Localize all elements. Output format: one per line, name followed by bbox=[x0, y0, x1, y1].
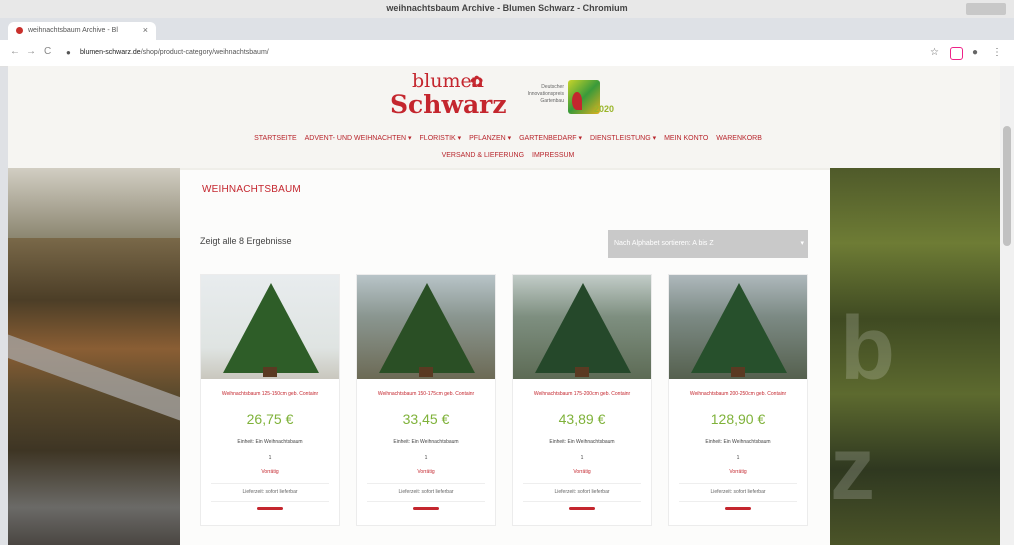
main-content: WEIHNACHTSBAUM Zeigt alle 8 Ergebnisse N… bbox=[180, 170, 830, 545]
nav-item-dienstleistung[interactable]: DIENSTLEISTUNG ▾ bbox=[590, 135, 656, 142]
url-path: /shop/product-category/weihnachtsbaum/ bbox=[140, 49, 269, 56]
tab-label: weihnachtsbaum Archive - Bl bbox=[28, 27, 118, 34]
tab-close-icon[interactable]: × bbox=[143, 25, 148, 35]
product-delivery: Lieferzeit: sofort lieferbar bbox=[554, 489, 610, 495]
add-to-cart-button[interactable] bbox=[569, 507, 595, 510]
product-quantity: 1 bbox=[424, 455, 428, 461]
site-logo[interactable]: blumen Schwarz ✿ bbox=[388, 70, 507, 122]
product-stock: Vorrätig bbox=[573, 469, 591, 475]
product-delivery: Lieferzeit: sofort lieferbar bbox=[398, 489, 454, 495]
url-host: blumen-schwarz.de bbox=[80, 49, 141, 56]
product-unit: Einheit: Ein Weihnachtsbaum bbox=[705, 439, 771, 445]
product-price: 33,45 € bbox=[402, 411, 450, 427]
window-title: weihnachtsbaum Archive - Blumen Schwarz … bbox=[386, 3, 628, 13]
product-image[interactable] bbox=[201, 275, 339, 379]
add-to-cart-button[interactable] bbox=[257, 507, 283, 510]
product-stock: Vorrätig bbox=[417, 469, 435, 475]
profile-icon[interactable]: ● bbox=[972, 47, 978, 58]
chevron-down-icon: ▾ bbox=[800, 240, 804, 247]
extension-icon[interactable] bbox=[950, 47, 963, 60]
product-name[interactable]: Weihnachtsbaum 125-150cm geb. Containr bbox=[201, 391, 339, 397]
add-to-cart-button[interactable] bbox=[413, 507, 439, 510]
site-header: blumen Schwarz ✿ Deutscher Innovationspr… bbox=[8, 66, 1000, 168]
product-stock: Vorrätig bbox=[261, 469, 279, 475]
page-title: WEIHNACHTSBAUM bbox=[202, 184, 301, 195]
product-card[interactable]: Weihnachtsbaum 175-200cm geb. Containr 4… bbox=[512, 274, 652, 526]
product-price: 128,90 € bbox=[710, 411, 766, 427]
results-count: Zeigt alle 8 Ergebnisse bbox=[200, 236, 292, 246]
lock-icon: ● bbox=[66, 48, 71, 57]
main-navigation: STARTSEITE ADVENT- UND WEIHNACHTEN ▾ FLO… bbox=[178, 130, 838, 164]
nav-item-mein-konto[interactable]: MEIN KONTO bbox=[664, 135, 708, 142]
product-price: 26,75 € bbox=[246, 411, 294, 427]
logo-text-bottom: Schwarz bbox=[390, 90, 507, 119]
page-scrollbar[interactable] bbox=[1000, 66, 1014, 545]
page-viewport: b z blumen Schwarz ✿ Deutscher Innovatio… bbox=[8, 66, 1000, 545]
product-card[interactable]: Weihnachtsbaum 150-175cm geb. Containr 3… bbox=[356, 274, 496, 526]
product-name[interactable]: Weihnachtsbaum 150-175cm geb. Containr bbox=[357, 391, 495, 397]
flower-icon: ✿ bbox=[470, 74, 484, 91]
product-unit: Einheit: Ein Weihnachtsbaum bbox=[549, 439, 615, 445]
product-name[interactable]: Weihnachtsbaum 200-250cm geb. Containr bbox=[669, 391, 807, 397]
product-quantity: 1 bbox=[268, 455, 272, 461]
bookmark-star-icon[interactable]: ☆ bbox=[930, 47, 939, 58]
watermark-logo: b bbox=[840, 299, 895, 399]
nav-item-pflanzen[interactable]: PFLANZEN ▾ bbox=[469, 135, 511, 142]
tree-illustration bbox=[535, 283, 631, 373]
product-unit: Einheit: Ein Weihnachtsbaum bbox=[237, 439, 303, 445]
product-delivery: Lieferzeit: sofort lieferbar bbox=[710, 489, 766, 495]
product-card[interactable]: Weihnachtsbaum 200-250cm geb. Containr 1… bbox=[668, 274, 808, 526]
forward-icon[interactable]: → bbox=[26, 46, 36, 57]
address-bar[interactable]: ● blumen-schwarz.de/shop/product-categor… bbox=[62, 45, 922, 61]
back-icon[interactable]: ← bbox=[10, 46, 20, 57]
award-year: 2020 bbox=[594, 104, 615, 114]
product-delivery: Lieferzeit: sofort lieferbar bbox=[242, 489, 298, 495]
product-quantity: 1 bbox=[580, 455, 584, 461]
nav-item-startseite[interactable]: STARTSEITE bbox=[254, 135, 297, 142]
award-badge: Deutscher Innovationspreis Gartenbau 202… bbox=[510, 80, 620, 120]
nav-item-advent-weihnachten[interactable]: ADVENT- UND WEIHNACHTEN ▾ bbox=[305, 135, 412, 142]
nav-item-versand-lieferung[interactable]: VERSAND & LIEFERUNG bbox=[442, 152, 524, 159]
watermark-logo: z bbox=[830, 419, 875, 519]
url-text: blumen-schwarz.de/shop/product-category/… bbox=[80, 49, 269, 56]
sort-select-value: Nach Alphabet sortieren: A bis Z bbox=[614, 240, 714, 247]
scrollbar-thumb[interactable] bbox=[1003, 126, 1011, 246]
product-price: 43,89 € bbox=[558, 411, 606, 427]
product-image[interactable] bbox=[513, 275, 651, 379]
tree-illustration bbox=[691, 283, 787, 373]
window-titlebar: weihnachtsbaum Archive - Blumen Schwarz … bbox=[0, 0, 1014, 19]
product-quantity: 1 bbox=[736, 455, 740, 461]
product-unit: Einheit: Ein Weihnachtsbaum bbox=[393, 439, 459, 445]
background-photo-right: b z bbox=[830, 168, 1000, 545]
window-controls[interactable] bbox=[966, 3, 1006, 15]
menu-icon[interactable]: ⋮ bbox=[992, 47, 1002, 58]
favicon-icon bbox=[16, 27, 23, 34]
product-name[interactable]: Weihnachtsbaum 175-200cm geb. Containr bbox=[513, 391, 651, 397]
browser-tab[interactable]: weihnachtsbaum Archive - Bl × bbox=[8, 22, 156, 40]
browser-toolbar: ← → C ● blumen-schwarz.de/shop/product-c… bbox=[0, 40, 1014, 67]
add-to-cart-button[interactable] bbox=[725, 507, 751, 510]
product-stock: Vorrätig bbox=[729, 469, 747, 475]
award-text: Deutscher Innovationspreis Gartenbau bbox=[527, 84, 564, 104]
tab-bar: weihnachtsbaum Archive - Bl × + bbox=[0, 18, 1014, 52]
nav-item-impressum[interactable]: IMPRESSUM bbox=[532, 152, 574, 159]
nav-item-warenkorb[interactable]: WARENKORB bbox=[716, 135, 762, 142]
tree-illustration bbox=[379, 283, 475, 373]
tree-illustration bbox=[223, 283, 319, 373]
reload-icon[interactable]: C bbox=[44, 46, 51, 57]
product-image[interactable] bbox=[669, 275, 807, 379]
nav-item-gartenbedarf[interactable]: GARTENBEDARF ▾ bbox=[519, 135, 582, 142]
background-photo-left bbox=[8, 168, 196, 545]
sort-select[interactable]: Nach Alphabet sortieren: A bis Z ▾ bbox=[608, 230, 808, 258]
product-image[interactable] bbox=[357, 275, 495, 379]
product-card[interactable]: Weihnachtsbaum 125-150cm geb. Containr 2… bbox=[200, 274, 340, 526]
nav-item-floristik[interactable]: FLORISTIK ▾ bbox=[420, 135, 462, 142]
